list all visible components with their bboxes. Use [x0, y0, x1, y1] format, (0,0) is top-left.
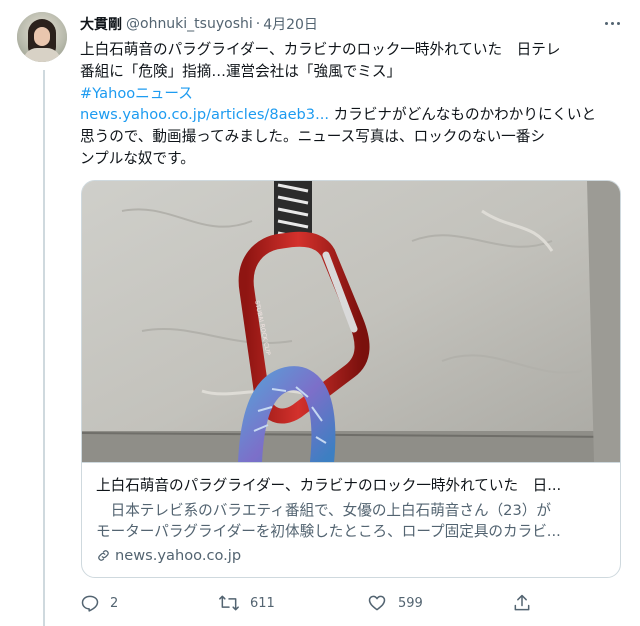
retweet-button[interactable]: 611 — [218, 588, 275, 618]
card-body[interactable]: 上白石萌音のパラグライダー、カラビナのロック一時外れていた 日... 日本テレビ… — [82, 462, 620, 577]
thread-line — [43, 70, 45, 626]
link-icon — [98, 550, 109, 561]
separator: · — [255, 16, 261, 32]
like-icon — [368, 595, 386, 611]
avatar[interactable] — [17, 12, 67, 62]
reply-icon — [81, 595, 99, 612]
card-image[interactable]: STUBAI ROCK CLIP — [82, 181, 620, 462]
author-handle[interactable]: @ohnuki_tsuyoshi — [126, 16, 253, 32]
article-url-link[interactable]: news.yahoo.co.jp/articles/8aeb3... — [80, 106, 329, 123]
tweet-text-line: 上白石萌音のパラグライダー、カラビナのロック一時外れていた 日テレ — [80, 41, 561, 58]
tweet-date[interactable]: 4月20日 — [263, 14, 318, 34]
share-button[interactable] — [512, 588, 532, 618]
card-domain[interactable]: news.yahoo.co.jp — [96, 547, 241, 564]
card-title[interactable]: 上白石萌音のパラグライダー、カラビナのロック一時外れていた 日... — [96, 476, 608, 496]
card-domain-text: news.yahoo.co.jp — [115, 547, 242, 564]
retweet-count: 611 — [250, 595, 275, 611]
share-icon — [514, 594, 530, 611]
tweet-comment-line: 思うので、動画撮ってみました。ニュース写真は、ロックのない一番シ — [80, 128, 545, 146]
like-count: 599 — [398, 595, 423, 611]
card-description-line: モーターパラグライダーを初体験したところ、ロープ固定具のカラビ... — [96, 523, 561, 540]
more-icon[interactable] — [602, 14, 622, 32]
like-button[interactable]: 599 — [366, 588, 423, 618]
tweet-comment-line: ンプルな奴です。 — [80, 149, 195, 167]
card-description-line: 日本テレビ系のバラエティ番組で、女優の上白石萌音さん（23）が — [96, 502, 551, 519]
tweet-text-line: 番組に「危険」指摘…運営会社は「強風でミス」 — [80, 62, 402, 80]
tweet-header: 大貫剛 @ohnuki_tsuyoshi · 4月20日 — [80, 13, 622, 35]
reply-count: 2 — [110, 595, 119, 611]
retweet-icon — [219, 595, 239, 611]
link-card[interactable]: STUBAI ROCK CLIP 上白石萌音のパラグライダー、カラビナのロック一… — [81, 180, 621, 578]
action-bar: 2 611 599 — [80, 588, 560, 618]
reply-button[interactable]: 2 — [80, 588, 118, 618]
hashtag-link[interactable]: #Yahooニュース — [80, 83, 625, 105]
tweet-comment-line: カラビナがどんなものかわかりにくいと — [329, 106, 597, 124]
tweet-text: 上白石萌音のパラグライダー、カラビナのロック一時外れていた 日テレ 番組に「危険… — [80, 39, 625, 170]
card-description: 日本テレビ系のバラエティ番組で、女優の上白石萌音さん（23）が モーターパラグラ… — [96, 500, 608, 542]
author-name[interactable]: 大貫剛 — [80, 14, 122, 34]
